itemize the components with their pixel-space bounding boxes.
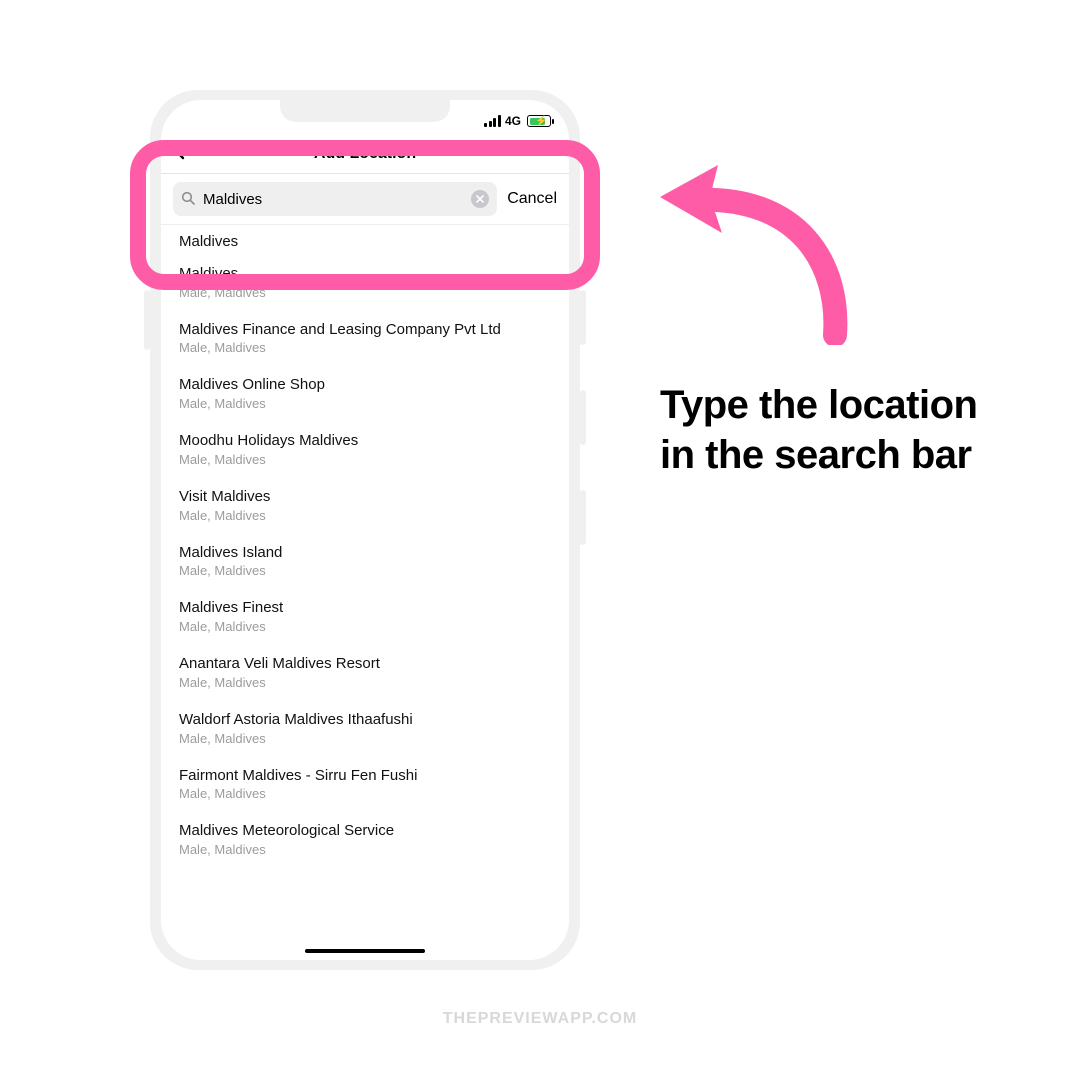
result-name: Maldives Island	[179, 544, 551, 563]
phone-frame: 4G ⚡ Add Location	[150, 90, 580, 970]
chevron-left-icon	[173, 142, 187, 160]
phone-side-button	[580, 490, 586, 545]
back-button[interactable]	[173, 142, 187, 166]
result-subtitle: Male, Maldives	[179, 842, 551, 857]
result-name: Maldives Finance and Leasing Company Pvt…	[179, 321, 551, 340]
list-item[interactable]: Moodhu Holidays Maldives Male, Maldives	[161, 421, 569, 477]
list-item[interactable]: Visit Maldives Male, Maldives	[161, 477, 569, 533]
close-icon	[476, 195, 484, 203]
result-name: Visit Maldives	[179, 488, 551, 507]
phone-side-button	[580, 290, 586, 345]
results-list[interactable]: Maldives Maldives Male, Maldives Maldive…	[161, 225, 569, 960]
result-subtitle: Male, Maldives	[179, 675, 551, 690]
result-subtitle: Male, Maldives	[179, 285, 551, 300]
result-name: Anantara Veli Maldives Resort	[179, 655, 551, 674]
result-name: Waldorf Astoria Maldives Ithaafushi	[179, 711, 551, 730]
search-field[interactable]	[173, 182, 497, 216]
home-indicator[interactable]	[305, 949, 425, 953]
list-item[interactable]: Maldives Male, Maldives	[161, 254, 569, 310]
watermark: THEPREVIEWAPP.COM	[0, 1010, 1080, 1028]
result-subtitle: Male, Maldives	[179, 786, 551, 801]
list-item[interactable]: Maldives Online Shop Male, Maldives	[161, 365, 569, 421]
clear-search-button[interactable]	[471, 190, 489, 208]
cancel-button[interactable]: Cancel	[507, 190, 557, 208]
result-name: Moodhu Holidays Maldives	[179, 432, 551, 451]
list-item[interactable]: Fairmont Maldives - Sirru Fen Fushi Male…	[161, 756, 569, 812]
result-name: Maldives	[179, 265, 551, 284]
search-row: Cancel	[161, 174, 569, 225]
arrow-annotation-icon	[640, 155, 860, 345]
result-subtitle: Male, Maldives	[179, 396, 551, 411]
result-subtitle: Male, Maldives	[179, 340, 551, 355]
result-name: Fairmont Maldives - Sirru Fen Fushi	[179, 767, 551, 786]
phone-notch	[280, 100, 450, 122]
nav-header: Add Location	[161, 134, 569, 174]
page-title: Add Location	[314, 145, 416, 163]
result-name: Maldives Online Shop	[179, 376, 551, 395]
phone-screen: 4G ⚡ Add Location	[161, 100, 569, 960]
list-item[interactable]: Waldorf Astoria Maldives Ithaafushi Male…	[161, 700, 569, 756]
list-item[interactable]: Maldives Meteorological Service Male, Ma…	[161, 811, 569, 867]
network-label: 4G	[505, 114, 521, 128]
list-item[interactable]: Anantara Veli Maldives Resort Male, Mald…	[161, 644, 569, 700]
list-item[interactable]: Maldives Finance and Leasing Company Pvt…	[161, 310, 569, 366]
result-name: Maldives Meteorological Service	[179, 822, 551, 841]
battery-icon: ⚡	[527, 115, 551, 127]
instruction-caption: Type the location in the search bar	[660, 380, 1020, 480]
list-item[interactable]: Maldives Finest Male, Maldives	[161, 588, 569, 644]
result-subtitle: Male, Maldives	[179, 619, 551, 634]
list-item[interactable]: Maldives	[161, 225, 569, 254]
result-name: Maldives Finest	[179, 599, 551, 618]
cellular-signal-icon	[484, 115, 501, 127]
list-item[interactable]: Maldives Island Male, Maldives	[161, 533, 569, 589]
result-name: Maldives	[179, 233, 551, 252]
result-subtitle: Male, Maldives	[179, 452, 551, 467]
search-icon	[181, 191, 195, 208]
search-input[interactable]	[203, 191, 463, 208]
phone-side-button	[144, 290, 150, 350]
result-subtitle: Male, Maldives	[179, 508, 551, 523]
result-subtitle: Male, Maldives	[179, 563, 551, 578]
result-subtitle: Male, Maldives	[179, 731, 551, 746]
phone-side-button	[580, 390, 586, 445]
